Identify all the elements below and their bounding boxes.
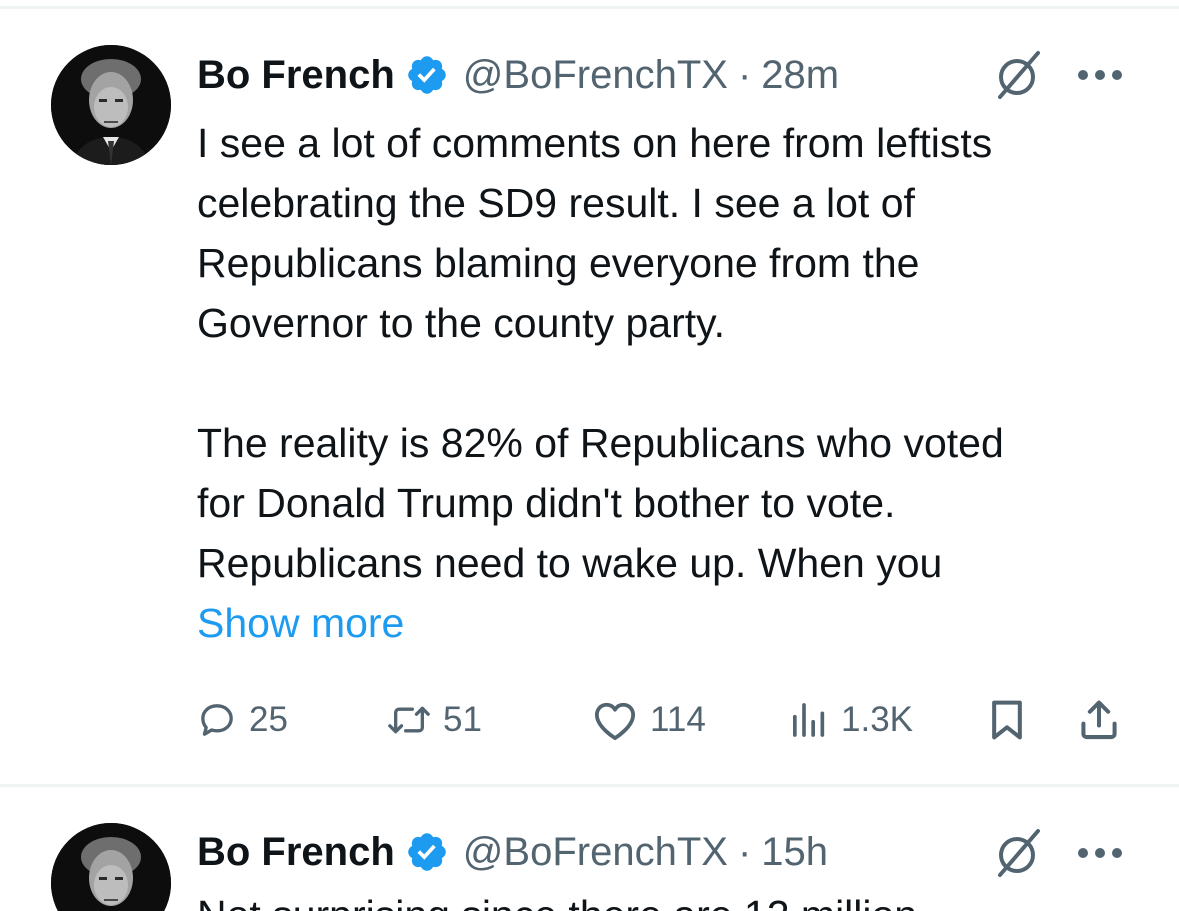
- tweet-text-line: for Donald Trump didn't bother to vote.: [197, 480, 896, 526]
- show-more-link[interactable]: Show more: [197, 600, 404, 646]
- timeline: Bo French @BoFrenchTX · 28m I see a lot …: [0, 0, 1179, 911]
- share-button[interactable]: [1077, 685, 1121, 755]
- grok-icon[interactable]: [990, 825, 1046, 881]
- tweet-actions: 25 51 114 1.3K: [197, 685, 1137, 755]
- repost-button[interactable]: 51: [387, 685, 482, 755]
- tweet-text-line: The reality is 82% of Republicans who vo…: [197, 420, 1004, 466]
- views-button[interactable]: 1.3K: [789, 685, 913, 755]
- repost-icon: [388, 706, 430, 734]
- avatar[interactable]: [51, 823, 171, 911]
- like-count: 114: [650, 700, 706, 739]
- more-options-icon[interactable]: [1075, 846, 1125, 860]
- avatar-photo: [51, 45, 171, 165]
- tweet-1[interactable]: Bo French @BoFrenchTX · 28m I see a lot …: [0, 0, 1179, 786]
- tweet-header: Bo French @BoFrenchTX · 15h: [197, 822, 828, 882]
- views-icon: [793, 703, 825, 737]
- timestamp[interactable]: 15h: [761, 830, 828, 875]
- reply-icon: [201, 704, 233, 736]
- tweet-text-line: celebrating the SD9 result. I see a lot …: [197, 180, 915, 226]
- author-handle[interactable]: @BoFrenchTX: [463, 830, 728, 875]
- repost-count: 51: [443, 700, 482, 739]
- view-count: 1.3K: [841, 700, 913, 739]
- reply-count: 25: [249, 700, 288, 739]
- bookmark-button[interactable]: [987, 685, 1027, 755]
- author-handle[interactable]: @BoFrenchTX: [463, 53, 728, 98]
- like-icon: [594, 702, 636, 741]
- author-name[interactable]: Bo French: [197, 53, 395, 98]
- like-button[interactable]: 114: [592, 685, 706, 755]
- avatar[interactable]: [51, 45, 171, 165]
- bookmark-icon: [992, 700, 1022, 740]
- tweet-2[interactable]: Bo French @BoFrenchTX · 15h Not surprisi…: [0, 787, 1179, 911]
- verified-badge-icon: [408, 56, 446, 94]
- timestamp[interactable]: 28m: [761, 53, 839, 98]
- tweet-text-line: Not surprising since there are 12 millio…: [197, 885, 1157, 911]
- more-options-icon[interactable]: [1075, 68, 1125, 82]
- tweet-text-line: Republicans blaming everyone from the: [197, 240, 920, 286]
- tweet-text: Not surprising since there are 12 millio…: [197, 885, 1157, 911]
- separator-dot: ·: [737, 829, 752, 874]
- reply-button[interactable]: 25: [197, 685, 288, 755]
- author-name[interactable]: Bo French: [197, 830, 395, 875]
- tweet-text-line: Republicans need to wake up. When you: [197, 540, 943, 586]
- grok-icon[interactable]: [990, 47, 1046, 103]
- verified-badge-icon: [408, 833, 446, 871]
- tweet-text-line: Governor to the county party.: [197, 300, 725, 346]
- tweet-text: I see a lot of comments on here from lef…: [197, 113, 1157, 653]
- share-icon: [1081, 700, 1117, 740]
- avatar-photo: [51, 823, 171, 911]
- tweet-header: Bo French @BoFrenchTX · 28m: [197, 45, 839, 105]
- tweet-text-line: I see a lot of comments on here from lef…: [197, 120, 993, 166]
- separator-dot: ·: [737, 52, 752, 97]
